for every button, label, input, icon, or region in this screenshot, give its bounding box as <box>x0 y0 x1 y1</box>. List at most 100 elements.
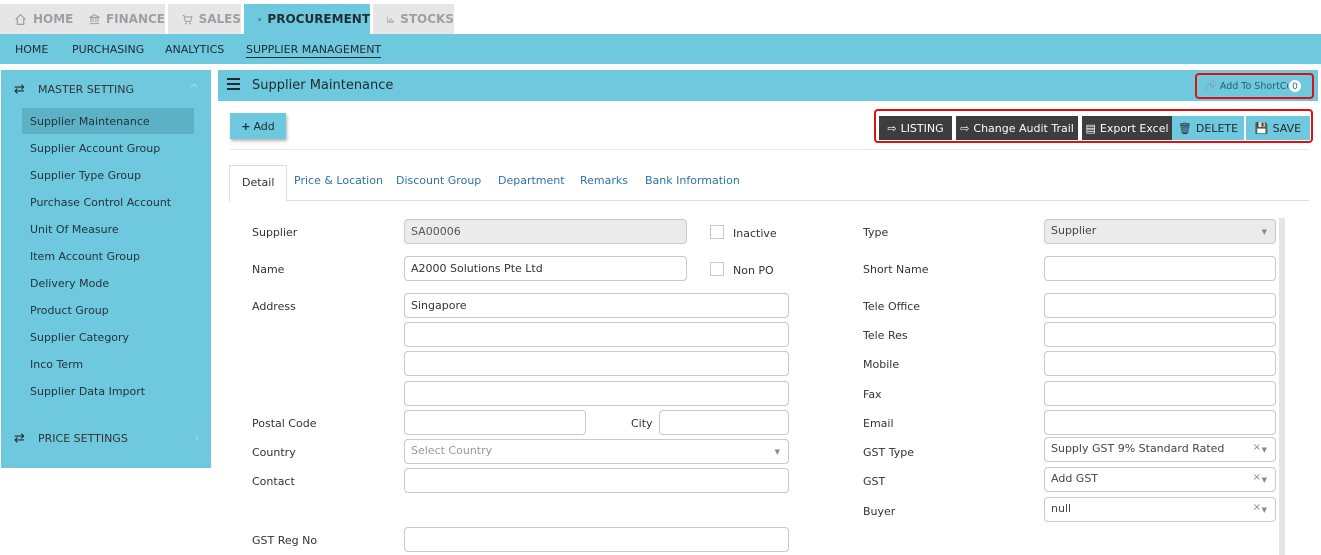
bank-icon <box>89 13 100 24</box>
caret-down-icon: ▼ <box>1261 228 1267 236</box>
short-name-label: Short Name <box>863 263 929 276</box>
type-select[interactable]: Supplier ▼ <box>1044 219 1276 244</box>
change-audit-trail-button[interactable]: ⇨ Change Audit Trail <box>956 116 1078 140</box>
type-label: Type <box>863 226 889 239</box>
detail-tabs: Detail Price & Location Discount Group D… <box>229 165 1309 202</box>
module-tab-finance[interactable]: FINANCE <box>75 4 165 34</box>
tab-discount-group[interactable]: Discount Group <box>396 174 481 187</box>
clear-icon[interactable]: × <box>1253 442 1261 453</box>
page-header: Supplier Maintenance 🔗 Add To ShortCut 0 <box>218 70 1318 101</box>
sidebar-item-purchase-control-account[interactable]: Purchase Control Account <box>22 189 194 215</box>
fax-label: Fax <box>863 388 882 401</box>
non-po-label: Non PO <box>733 264 774 277</box>
sidebar-item-supplier-maintenance[interactable]: Supplier Maintenance <box>22 108 194 134</box>
save-button[interactable]: 💾 SAVE <box>1246 116 1310 140</box>
listing-label: LISTING <box>900 121 944 135</box>
city-field[interactable] <box>659 410 789 435</box>
address-line-1-field[interactable]: Singapore <box>404 293 789 318</box>
sidebar-section-master-setting[interactable]: ⇄ MASTER SETTING ^ <box>1 71 211 107</box>
address-line-2-field[interactable] <box>404 322 789 347</box>
module-tab-label: FINANCE <box>105 12 165 26</box>
address-label: Address <box>252 300 296 313</box>
module-tab-label: HOME <box>33 12 74 26</box>
caret-down-icon: ▼ <box>1261 476 1267 484</box>
add-to-shortcut-button[interactable]: 🔗 Add To ShortCut 0 <box>1195 73 1314 99</box>
shortcut-label: 🔗 Add To ShortCut <box>1205 81 1297 92</box>
link-icon: 🔗 <box>1205 81 1217 92</box>
gst-reg-no-field[interactable] <box>404 527 789 552</box>
module-tab-label: SALES <box>198 12 241 26</box>
module-tab-procurement[interactable]: PROCUREMENT <box>244 4 370 34</box>
tab-department[interactable]: Department <box>498 174 565 187</box>
clear-icon[interactable]: × <box>1253 502 1261 513</box>
fax-field[interactable] <box>1044 381 1276 406</box>
supplier-label: Supplier <box>252 226 298 239</box>
name-label: Name <box>252 263 285 276</box>
audit-label: Change Audit Trail <box>973 121 1074 135</box>
add-button[interactable]: + Add <box>230 113 286 139</box>
cart-icon <box>182 14 193 24</box>
inactive-checkbox[interactable] <box>710 225 724 239</box>
gst-select[interactable]: Add GST × ▼ <box>1044 467 1276 492</box>
sidebar-item-supplier-type-group[interactable]: Supplier Type Group <box>22 162 194 188</box>
gst-type-select[interactable]: Supply GST 9% Standard Rated × ▼ <box>1044 437 1276 462</box>
tab-detail[interactable]: Detail <box>229 165 288 202</box>
sidebar-item-supplier-data-import[interactable]: Supplier Data Import <box>22 378 194 404</box>
buyer-select[interactable]: null × ▼ <box>1044 497 1276 522</box>
module-tabbar: HOME FINANCE SALES PROCUREMENT STOCKS <box>0 0 1321 34</box>
buyer-value: null <box>1051 502 1072 515</box>
supplier-field[interactable]: SA00006 <box>404 219 687 244</box>
transfer-arrows-icon: ⇄ <box>14 82 25 97</box>
address-line-4-field[interactable] <box>404 381 789 406</box>
caret-down-icon: ▼ <box>774 448 780 456</box>
sidebar-item-inco-term[interactable]: Inco Term <box>22 351 194 377</box>
city-label: City <box>631 417 653 430</box>
clear-icon[interactable]: × <box>1253 472 1261 483</box>
tab-bank-information[interactable]: Bank Information <box>645 174 740 187</box>
listing-button[interactable]: ⇨ LISTING <box>879 116 952 140</box>
country-select[interactable]: Select Country ▼ <box>404 439 789 464</box>
tab-price-location[interactable]: Price & Location <box>294 174 383 187</box>
caret-down-icon: ▼ <box>1261 506 1267 514</box>
export-excel-button[interactable]: ▤ Export Excel <box>1082 116 1172 140</box>
transfer-arrows-icon: ⇄ <box>14 431 25 446</box>
trash-icon: 🗑 <box>1177 121 1192 135</box>
sidebar-item-unit-of-measure[interactable]: Unit Of Measure <box>22 216 194 242</box>
subnav-analytics[interactable]: ANALYTICS <box>165 43 224 56</box>
sidebar-section-label: MASTER SETTING <box>38 82 134 96</box>
gst-value: Add GST <box>1051 472 1099 485</box>
contact-field[interactable] <box>404 468 789 493</box>
save-label: SAVE <box>1272 121 1302 135</box>
hamburger-menu-icon[interactable] <box>227 78 240 90</box>
sidebar-item-supplier-category[interactable]: Supplier Category <box>22 324 194 350</box>
non-po-checkbox[interactable] <box>710 262 724 276</box>
action-toolbar: ⇨ LISTING ⇨ Change Audit Trail ▤ Export … <box>874 109 1313 143</box>
email-field[interactable] <box>1044 410 1276 435</box>
sidebar-item-item-account-group[interactable]: Item Account Group <box>22 243 194 269</box>
tele-res-field[interactable] <box>1044 322 1276 347</box>
delete-button[interactable]: 🗑 DELETE <box>1172 116 1244 140</box>
subnav-home[interactable]: HOME <box>15 43 48 56</box>
mobile-field[interactable] <box>1044 351 1276 376</box>
module-tab-home[interactable]: HOME <box>0 4 81 34</box>
sidebar-item-delivery-mode[interactable]: Delivery Mode <box>22 270 194 296</box>
bar-chart-icon <box>387 15 394 23</box>
subnav-supplier-management[interactable]: SUPPLIER MANAGEMENT <box>246 43 382 58</box>
sidebar-item-product-group[interactable]: Product Group <box>22 297 194 323</box>
tab-remarks[interactable]: Remarks <box>580 174 628 187</box>
short-name-field[interactable] <box>1044 256 1276 281</box>
tele-office-field[interactable] <box>1044 293 1276 318</box>
name-field[interactable]: A2000 Solutions Pte Ltd <box>404 256 687 281</box>
module-tab-stocks[interactable]: STOCKS <box>373 4 454 34</box>
module-tab-sales[interactable]: SALES <box>168 4 241 34</box>
tele-office-label: Tele Office <box>863 300 921 313</box>
address-line-3-field[interactable] <box>404 351 789 376</box>
subnav-purchasing[interactable]: PURCHASING <box>72 43 144 56</box>
divider <box>229 149 1309 150</box>
sidebar-section-price-settings[interactable]: ⇄ PRICE SETTINGS › <box>1 420 211 456</box>
postal-code-field[interactable] <box>404 410 586 435</box>
form-scrollbar[interactable] <box>1279 218 1285 555</box>
megaphone-icon <box>258 17 261 21</box>
sub-navigation: HOME PURCHASING ANALYTICS SUPPLIER MANAG… <box>0 34 1321 64</box>
sidebar-item-supplier-account-group[interactable]: Supplier Account Group <box>22 135 194 161</box>
